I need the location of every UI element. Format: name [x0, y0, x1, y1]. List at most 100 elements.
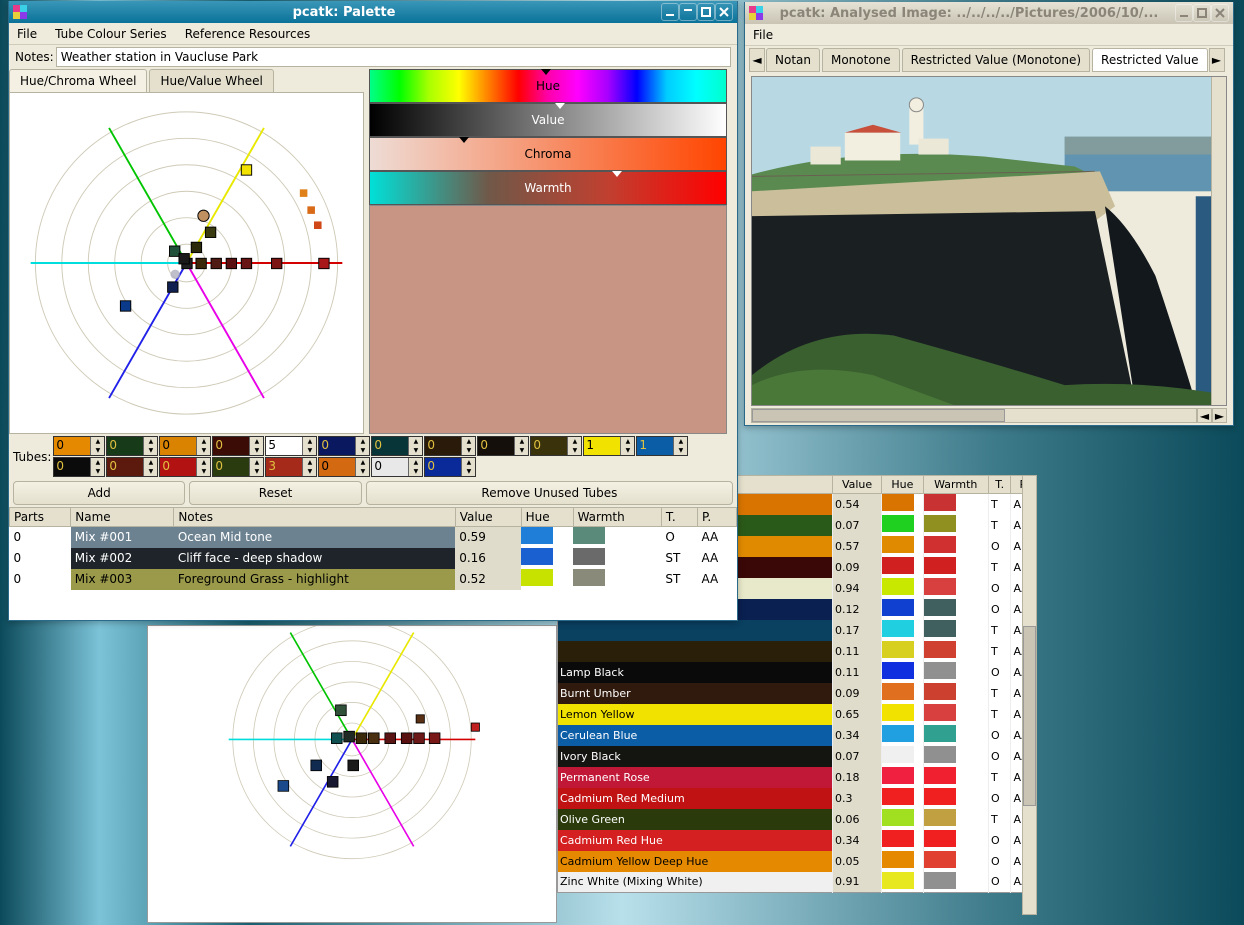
- tab-nav-left-icon[interactable]: ◄: [749, 48, 765, 72]
- minimize-icon[interactable]: [1175, 4, 1193, 22]
- image-scrollbar-h[interactable]: ◄ ►: [751, 408, 1227, 423]
- tube-spinner[interactable]: 0▲▼: [318, 457, 370, 477]
- paint-row[interactable]: Ivory Black 0.07 OAA: [558, 746, 1037, 767]
- tab-restricted-value[interactable]: Restricted Value: [1092, 48, 1207, 72]
- mix-col-notes[interactable]: Notes: [174, 508, 455, 527]
- tube-spinner[interactable]: 0▲▼: [424, 457, 476, 477]
- chroma-slider[interactable]: Chroma: [369, 137, 727, 171]
- tube-spinner[interactable]: 1▲▼: [636, 436, 688, 456]
- mix-col-t[interactable]: T.: [661, 508, 697, 527]
- mix-col-value[interactable]: Value: [455, 508, 521, 527]
- paint-col-value[interactable]: Value: [833, 476, 882, 494]
- paint-row[interactable]: Burnt Umber 0.09 TA: [558, 683, 1037, 704]
- app-icon: [749, 6, 763, 20]
- tab-nav-right-icon[interactable]: ►: [1209, 48, 1225, 72]
- close-icon[interactable]: [1211, 4, 1229, 22]
- color-wheel[interactable]: [9, 92, 364, 434]
- tube-spinner[interactable]: 1▲▼: [583, 436, 635, 456]
- paint-row[interactable]: Olive Green 0.06 TA: [558, 809, 1037, 830]
- menu-file[interactable]: File: [751, 26, 775, 44]
- paint-col-warmth[interactable]: Warmth: [923, 476, 988, 494]
- menu-tube-colour-series[interactable]: Tube Colour Series: [53, 25, 169, 43]
- tube-spinner[interactable]: 0▲▼: [159, 457, 211, 477]
- tube-spinner[interactable]: 0▲▼: [53, 436, 105, 456]
- tube-spinner[interactable]: 0▲▼: [530, 436, 582, 456]
- chroma-slider-label: Chroma: [524, 147, 571, 161]
- tube-spinner[interactable]: 0▲▼: [53, 457, 105, 477]
- value-slider[interactable]: Value: [369, 103, 727, 137]
- tube-spinner[interactable]: 0▲▼: [477, 436, 529, 456]
- menu-reference-resources[interactable]: Reference Resources: [183, 25, 313, 43]
- paint-row[interactable]: Cerulean Blue 0.34 OAA: [558, 725, 1037, 746]
- paint-row[interactable]: Lemon Yellow 0.65 TA: [558, 704, 1037, 725]
- tab-notan[interactable]: Notan: [766, 48, 820, 72]
- value-slider-label: Value: [532, 113, 565, 127]
- mix-col-warmth[interactable]: Warmth: [573, 508, 661, 527]
- tube-spinner[interactable]: 0▲▼: [212, 436, 264, 456]
- paint-row[interactable]: Cadmium Red Hue 0.34 OA: [558, 830, 1037, 851]
- scroll-right-icon[interactable]: ►: [1212, 408, 1227, 423]
- tube-spinner[interactable]: 0▲▼: [159, 436, 211, 456]
- current-mix-swatch: [369, 205, 727, 434]
- tube-spinner[interactable]: 0▲▼: [318, 436, 370, 456]
- mix-col-p[interactable]: P.: [697, 508, 736, 527]
- close-icon[interactable]: [715, 3, 733, 21]
- bg-wheel-panel: [147, 625, 557, 923]
- menu-file[interactable]: File: [15, 25, 39, 43]
- paint-row[interactable]: 0.11 TAA: [558, 641, 1037, 662]
- tube-spinner[interactable]: 0▲▼: [371, 436, 423, 456]
- maximize-icon[interactable]: [697, 3, 715, 21]
- add-button[interactable]: Add: [13, 481, 185, 505]
- mix-row[interactable]: 0 Mix #003 Foreground Grass - highlight …: [10, 569, 737, 590]
- mix-col-parts[interactable]: Parts: [10, 508, 71, 527]
- tab-hue-chroma-wheel[interactable]: Hue/Chroma Wheel: [9, 69, 147, 92]
- app-icon: [13, 5, 27, 19]
- palette-window: pcatk: Palette File Tube Colour Series R…: [8, 1, 738, 621]
- remove-unused-tubes-button[interactable]: Remove Unused Tubes: [366, 481, 733, 505]
- paint-col-hue[interactable]: Hue: [882, 476, 923, 494]
- image-window-tabs: ◄ NotanMonotoneRestricted Value (Monoton…: [745, 46, 1233, 74]
- paint-row[interactable]: Permanent Rose 0.18 TA: [558, 767, 1037, 788]
- notes-input[interactable]: [56, 47, 731, 67]
- hue-slider-label: Hue: [536, 79, 560, 93]
- tube-spinner[interactable]: 3▲▼: [265, 457, 317, 477]
- tab-monotone[interactable]: Monotone: [822, 48, 900, 72]
- palette-menubar: File Tube Colour Series Reference Resour…: [9, 23, 737, 45]
- shade-icon[interactable]: [679, 3, 697, 21]
- mix-col-hue[interactable]: Hue: [521, 508, 573, 527]
- warmth-slider[interactable]: Warmth: [369, 171, 727, 205]
- analysed-image-view[interactable]: [751, 76, 1227, 406]
- tube-spinner[interactable]: 0▲▼: [371, 457, 423, 477]
- image-window: pcatk: Analysed Image: ../../../../Pictu…: [744, 2, 1234, 426]
- tab-restricted-value-monotone-[interactable]: Restricted Value (Monotone): [902, 48, 1090, 72]
- tubes-grid: 0▲▼0▲▼0▲▼0▲▼5▲▼0▲▼0▲▼0▲▼0▲▼0▲▼1▲▼1▲▼0▲▼0…: [53, 436, 741, 477]
- tube-spinner[interactable]: 0▲▼: [106, 436, 158, 456]
- mix-col-name[interactable]: Name: [71, 508, 174, 527]
- maximize-icon[interactable]: [1193, 4, 1211, 22]
- reset-button[interactable]: Reset: [189, 481, 361, 505]
- tube-spinner[interactable]: 0▲▼: [424, 436, 476, 456]
- tab-hue-value-wheel[interactable]: Hue/Value Wheel: [149, 69, 273, 92]
- paint-col-t[interactable]: T.: [989, 476, 1011, 494]
- image-window-menubar: File: [745, 24, 1233, 46]
- paint-row[interactable]: Zinc White (Mixing White) 0.91 OAA: [558, 872, 1037, 893]
- tubes-label: Tubes:: [13, 450, 51, 464]
- paint-list-scrollbar[interactable]: [1022, 475, 1037, 915]
- warmth-slider-label: Warmth: [524, 181, 571, 195]
- image-scrollbar-v[interactable]: [1211, 77, 1226, 405]
- paint-row[interactable]: Cadmium Red Medium 0.3 OA: [558, 788, 1037, 809]
- tube-spinner[interactable]: 0▲▼: [212, 457, 264, 477]
- paint-row[interactable]: 0.17 TAA: [558, 620, 1037, 641]
- paint-row[interactable]: Lamp Black 0.11 OAA: [558, 662, 1037, 683]
- image-window-title: pcatk: Analysed Image: ../../../../Pictu…: [767, 6, 1171, 21]
- minimize-icon[interactable]: [661, 3, 679, 21]
- tube-spinner[interactable]: 0▲▼: [106, 457, 158, 477]
- mix-row[interactable]: 0 Mix #002 Cliff face - deep shadow 0.16…: [10, 548, 737, 569]
- image-window-titlebar[interactable]: pcatk: Analysed Image: ../../../../Pictu…: [745, 2, 1233, 24]
- paint-row[interactable]: Cadmium Yellow Deep Hue 0.05 OA: [558, 851, 1037, 872]
- scroll-left-icon[interactable]: ◄: [1197, 408, 1212, 423]
- hue-slider[interactable]: Hue: [369, 69, 727, 103]
- tube-spinner[interactable]: 5▲▼: [265, 436, 317, 456]
- palette-window-titlebar[interactable]: pcatk: Palette: [9, 1, 737, 23]
- mix-row[interactable]: 0 Mix #001 Ocean Mid tone 0.59 OAA: [10, 527, 737, 548]
